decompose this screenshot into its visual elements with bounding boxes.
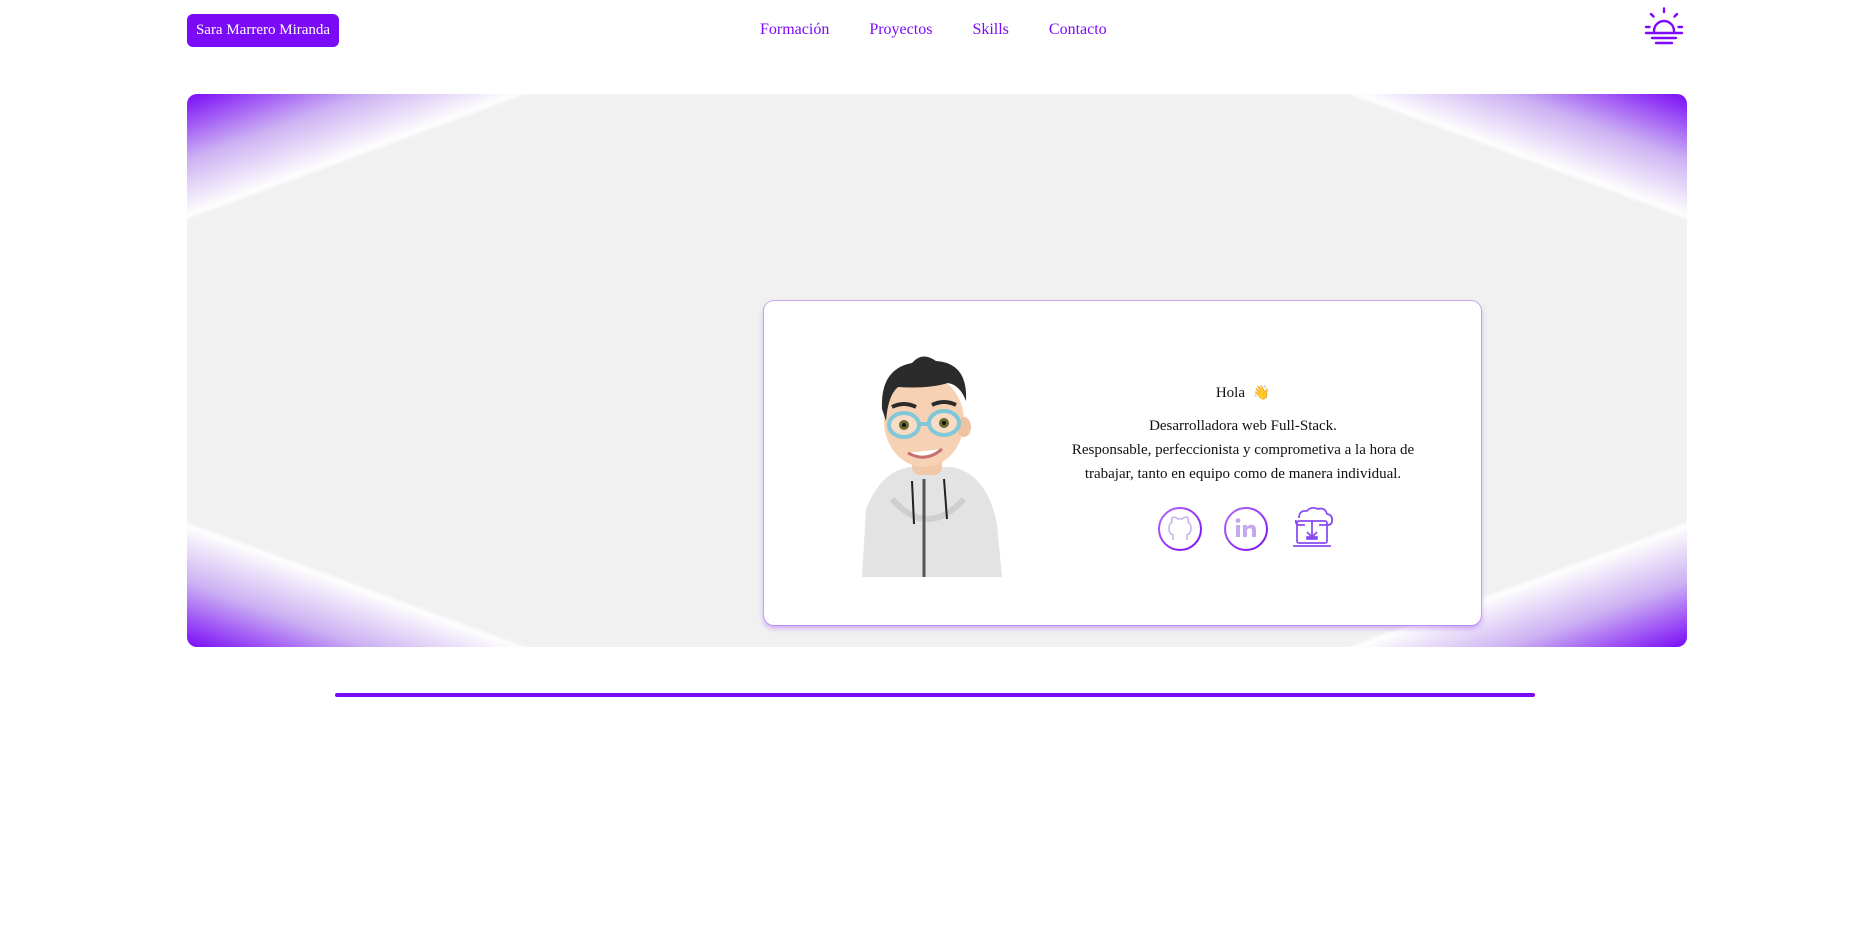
- brand-logo-button[interactable]: Sara Marrero Miranda: [187, 14, 339, 47]
- waving-hand-icon: 👋: [1252, 386, 1271, 401]
- github-link[interactable]: [1157, 506, 1203, 552]
- memoji-avatar: [862, 356, 1002, 577]
- download-cv-icon: [1293, 506, 1334, 547]
- summary-line-2: trabajar, tanto en equipo como de manera…: [1084, 466, 1402, 482]
- nav-link-contacto[interactable]: Contacto: [1049, 18, 1107, 42]
- nav-link-skills[interactable]: Skills: [972, 18, 1008, 42]
- greeting-text: Hola: [1215, 385, 1245, 401]
- sun-rising-icon: [1644, 7, 1684, 45]
- greeting: Hola 👋: [1058, 381, 1428, 406]
- hero-section: Hola 👋 Desarrolladora web Full-Stack. Re…: [187, 94, 1687, 647]
- nav-link-proyectos[interactable]: Proyectos: [869, 18, 932, 42]
- github-icon: [1158, 507, 1202, 551]
- page: Sara Marrero Miranda Formación Proyectos…: [0, 0, 1861, 940]
- linkedin-icon: [1224, 507, 1268, 551]
- nav-link-formacion[interactable]: Formación: [760, 18, 829, 42]
- role-text: Desarrolladora web Full-Stack.: [1149, 418, 1337, 434]
- main-nav: Formación Proyectos Skills Contacto: [760, 18, 1147, 42]
- download-cv-link[interactable]: [1289, 506, 1335, 552]
- intro-card: Hola 👋 Desarrolladora web Full-Stack. Re…: [764, 301, 1481, 625]
- section-divider: [335, 693, 1535, 697]
- linkedin-link[interactable]: [1223, 506, 1269, 552]
- summary-line-1: Responsable, perfeccionista y comprometi…: [1071, 442, 1415, 458]
- social-links: [1157, 506, 1335, 552]
- theme-toggle-button[interactable]: [1643, 7, 1685, 47]
- intro-text: Hola 👋 Desarrolladora web Full-Stack. Re…: [1058, 381, 1428, 486]
